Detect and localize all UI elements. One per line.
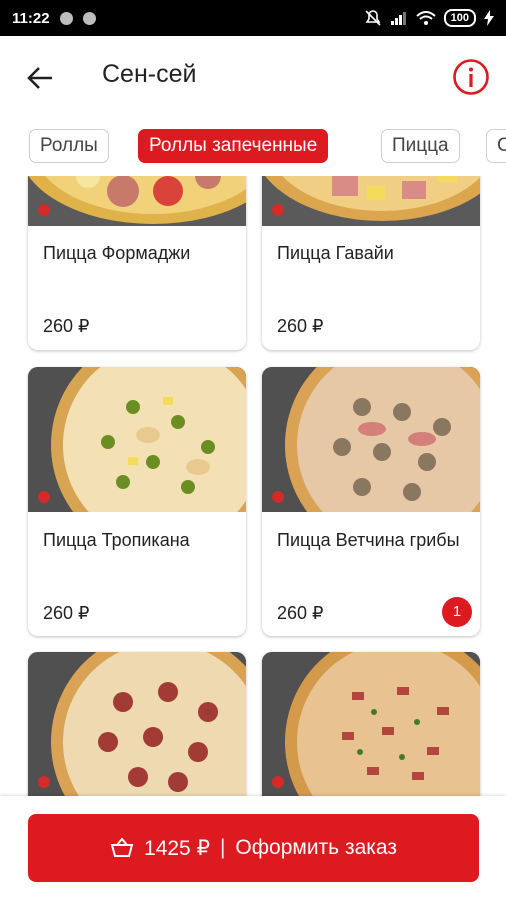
order-total: 1425 ₽ (144, 836, 210, 860)
app-bar: Сен-сей (0, 36, 506, 120)
product-price: 260 ₽ (43, 316, 90, 336)
mute-icon (365, 10, 381, 26)
notification-icon-2 (82, 11, 96, 25)
product-image (262, 367, 480, 512)
wifi-icon (415, 11, 436, 25)
tab-baked-rolls[interactable]: Роллы запеченные (138, 129, 329, 163)
notification-icon (59, 11, 73, 25)
signal-icon (390, 12, 406, 25)
checkout-button[interactable]: 1425 ₽ | Оформить заказ (28, 814, 479, 882)
page-title: Сен-сей (102, 60, 197, 88)
product-card[interactable]: Пицца Гавайи 260 ₽ (262, 176, 480, 350)
category-tabs: Роллы Роллы запеченные Пицца С (0, 120, 506, 176)
product-image (262, 176, 480, 226)
product-card[interactable]: Пицца Формаджи 260 ₽ (28, 176, 246, 350)
order-separator: | (219, 836, 226, 859)
product-image (262, 652, 480, 796)
basket-icon (110, 838, 134, 857)
battery-indicator: 100 (443, 9, 476, 27)
product-name: Пицца Тропикана (43, 530, 190, 550)
checkout-label: Оформить заказ (235, 836, 397, 859)
charging-icon (484, 10, 494, 26)
status-bar: 11:22 100 (0, 0, 506, 36)
info-circle-icon (453, 59, 489, 95)
product-price: 260 ₽ (43, 603, 90, 623)
product-card[interactable]: Пицца Ветчина грибы 260 ₽ 1 (262, 367, 480, 636)
product-image (28, 652, 246, 796)
back-button[interactable] (22, 60, 58, 96)
order-bar: 1425 ₽ | Оформить заказ (0, 796, 506, 900)
tab-rolls[interactable]: Роллы (29, 129, 109, 163)
arrow-left-icon (27, 67, 52, 89)
product-name: Пицца Формаджи (43, 243, 191, 263)
tab-pizza[interactable]: Пицца (381, 129, 460, 163)
product-image (28, 176, 246, 226)
product-grid: Пицца Формаджи 260 ₽ Пицца Гавайи 260 ₽ … (0, 176, 506, 796)
product-card[interactable] (28, 652, 246, 796)
product-price: 260 ₽ (277, 603, 324, 623)
info-button[interactable] (452, 58, 490, 96)
product-name: Пицца Ветчина грибы (277, 530, 460, 550)
product-image (28, 367, 246, 512)
product-price: 260 ₽ (277, 316, 324, 336)
status-time: 11:22 (12, 9, 50, 27)
tab-next[interactable]: С (486, 129, 506, 163)
cart-quantity-badge: 1 (442, 597, 472, 627)
product-name: Пицца Гавайи (277, 243, 394, 263)
product-card[interactable]: Пицца Тропикана 260 ₽ (28, 367, 246, 636)
product-card[interactable] (262, 652, 480, 796)
